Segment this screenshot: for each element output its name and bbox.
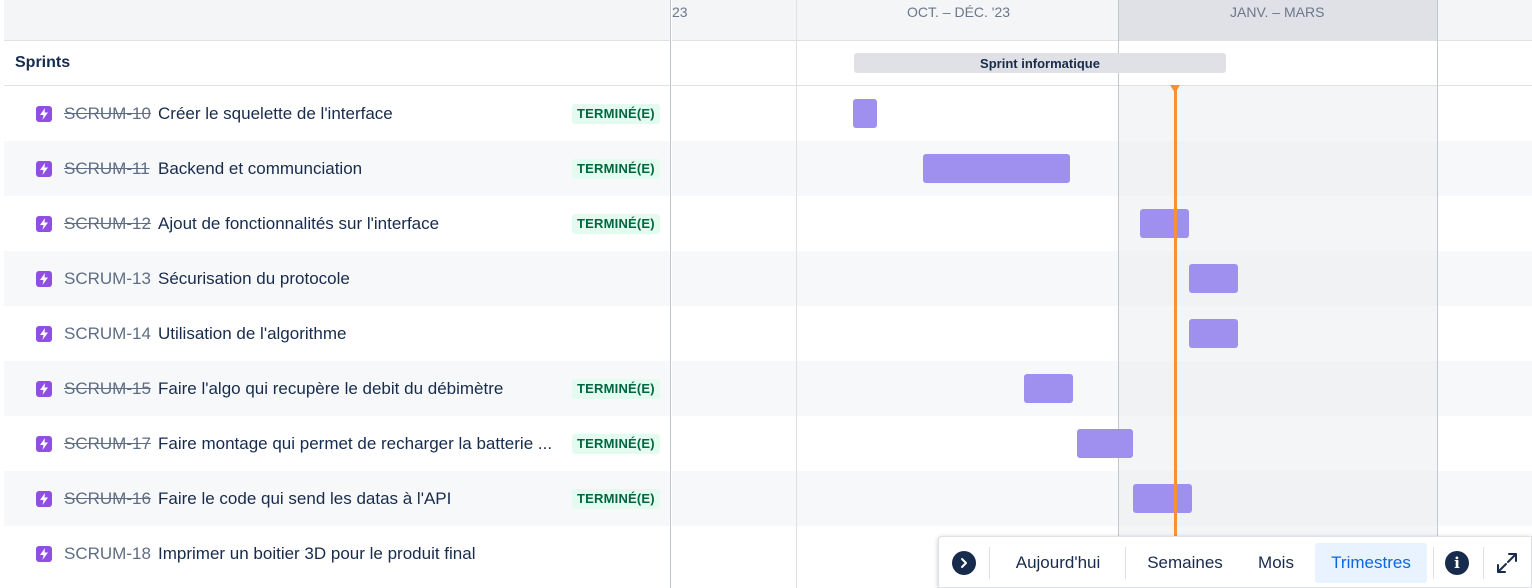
status-badge[interactable]: TERMINÉ(E) <box>572 433 660 454</box>
today-button[interactable]: Aujourd'hui <box>999 543 1117 583</box>
issue-row[interactable]: SCRUM-10 Créer le squelette de l'interfa… <box>4 86 670 141</box>
issue-summary[interactable]: Faire le code qui send les datas à l'API <box>158 489 451 509</box>
issue-list-pane: Sprints SCRUM-10 Créer le squelette de l… <box>4 0 671 588</box>
quarter-label: 23 <box>672 4 688 20</box>
lightning-icon <box>36 215 52 232</box>
issue-row[interactable]: SCRUM-13 Sécurisation du protocole <box>4 251 670 306</box>
info-icon[interactable]: i <box>1445 551 1469 575</box>
issue-row[interactable]: SCRUM-18 Imprimer un boitier 3D pour le … <box>4 526 670 581</box>
quarter-divider <box>1118 0 1119 588</box>
quarter-divider <box>1437 0 1438 588</box>
timeline-toolbar: Aujourd'hui Semaines Mois Trimestres i <box>938 536 1532 588</box>
timeline-grid[interactable]: 23 OCT. – DÉC. '23 JANV. – MARS Sprint i… <box>672 0 1532 588</box>
lightning-icon <box>36 325 52 342</box>
lightning-icon <box>36 105 52 122</box>
issue-bar[interactable] <box>1189 264 1238 293</box>
issue-key[interactable]: SCRUM-13 <box>64 269 151 289</box>
sprints-row[interactable]: Sprints <box>4 41 670 86</box>
issue-bar[interactable] <box>923 154 1070 183</box>
lightning-icon <box>36 270 52 287</box>
lightning-icon <box>36 490 52 507</box>
issue-bar[interactable] <box>1189 319 1238 348</box>
issue-key[interactable]: SCRUM-16 <box>64 489 151 509</box>
issue-bar[interactable] <box>853 99 877 128</box>
status-badge[interactable]: TERMINÉ(E) <box>572 488 660 509</box>
status-badge[interactable]: TERMINÉ(E) <box>572 378 660 399</box>
issue-key[interactable]: SCRUM-18 <box>64 544 151 564</box>
issue-key[interactable]: SCRUM-14 <box>64 324 151 344</box>
months-button[interactable]: Mois <box>1243 543 1309 583</box>
issue-summary[interactable]: Ajout de fonctionnalités sur l'interface <box>158 214 439 234</box>
issue-row[interactable]: SCRUM-15 Faire l'algo qui recupère le de… <box>4 361 670 416</box>
quarter-divider <box>796 0 797 588</box>
lightning-icon <box>36 435 52 452</box>
issue-bar[interactable] <box>1024 374 1073 403</box>
today-line <box>1174 88 1177 588</box>
timeline-header: 23 OCT. – DÉC. '23 JANV. – MARS <box>672 0 1532 41</box>
issue-row[interactable]: SCRUM-14 Utilisation de l'algorithme <box>4 306 670 361</box>
toolbar-divider <box>1125 547 1126 579</box>
issue-summary[interactable]: Créer le squelette de l'interface <box>158 104 393 124</box>
quarter-label: OCT. – DÉC. '23 <box>907 4 1011 20</box>
chevron-right-icon[interactable] <box>952 551 976 575</box>
issue-key[interactable]: SCRUM-10 <box>64 104 151 124</box>
lightning-icon <box>36 380 52 397</box>
quarter-label: JANV. – MARS <box>1230 4 1325 20</box>
issue-key[interactable]: SCRUM-11 <box>64 159 150 179</box>
issue-summary[interactable]: Utilisation de l'algorithme <box>158 324 346 344</box>
toolbar-divider <box>1433 547 1434 579</box>
lightning-icon <box>36 160 52 177</box>
status-badge[interactable]: TERMINÉ(E) <box>572 103 660 124</box>
issue-summary[interactable]: Backend et communciation <box>158 159 362 179</box>
expand-icon[interactable] <box>1495 551 1519 575</box>
lightning-icon <box>36 545 52 562</box>
issue-row[interactable]: SCRUM-16 Faire le code qui send les data… <box>4 471 670 526</box>
issue-row[interactable]: SCRUM-11 Backend et communciation TERMIN… <box>4 141 670 196</box>
status-badge[interactable]: TERMINÉ(E) <box>572 213 660 234</box>
issue-bar[interactable] <box>1077 429 1133 458</box>
sprint-bar[interactable]: Sprint informatique <box>854 53 1226 73</box>
quarters-button[interactable]: Trimestres <box>1315 543 1427 583</box>
issue-summary[interactable]: Imprimer un boitier 3D pour le produit f… <box>158 544 475 564</box>
issue-key[interactable]: SCRUM-12 <box>64 214 151 234</box>
today-marker <box>1170 85 1180 93</box>
issue-bar[interactable] <box>1133 484 1192 513</box>
list-header <box>4 0 670 41</box>
issue-row[interactable]: SCRUM-12 Ajout de fonctionnalités sur l'… <box>4 196 670 251</box>
toolbar-divider <box>1483 547 1484 579</box>
weeks-button[interactable]: Semaines <box>1135 543 1235 583</box>
status-badge[interactable]: TERMINÉ(E) <box>572 158 660 179</box>
issue-row[interactable]: SCRUM-17 Faire montage qui permet de rec… <box>4 416 670 471</box>
issue-bar[interactable] <box>1140 209 1189 238</box>
toolbar-divider <box>989 547 990 579</box>
issue-summary[interactable]: Sécurisation du protocole <box>158 269 350 289</box>
issue-key[interactable]: SCRUM-17 <box>64 434 151 454</box>
issue-summary[interactable]: Faire l'algo qui recupère le debit du dé… <box>158 379 503 399</box>
issue-summary[interactable]: Faire montage qui permet de recharger la… <box>158 434 552 454</box>
sprints-title: Sprints <box>15 54 71 71</box>
issue-key[interactable]: SCRUM-15 <box>64 379 151 399</box>
